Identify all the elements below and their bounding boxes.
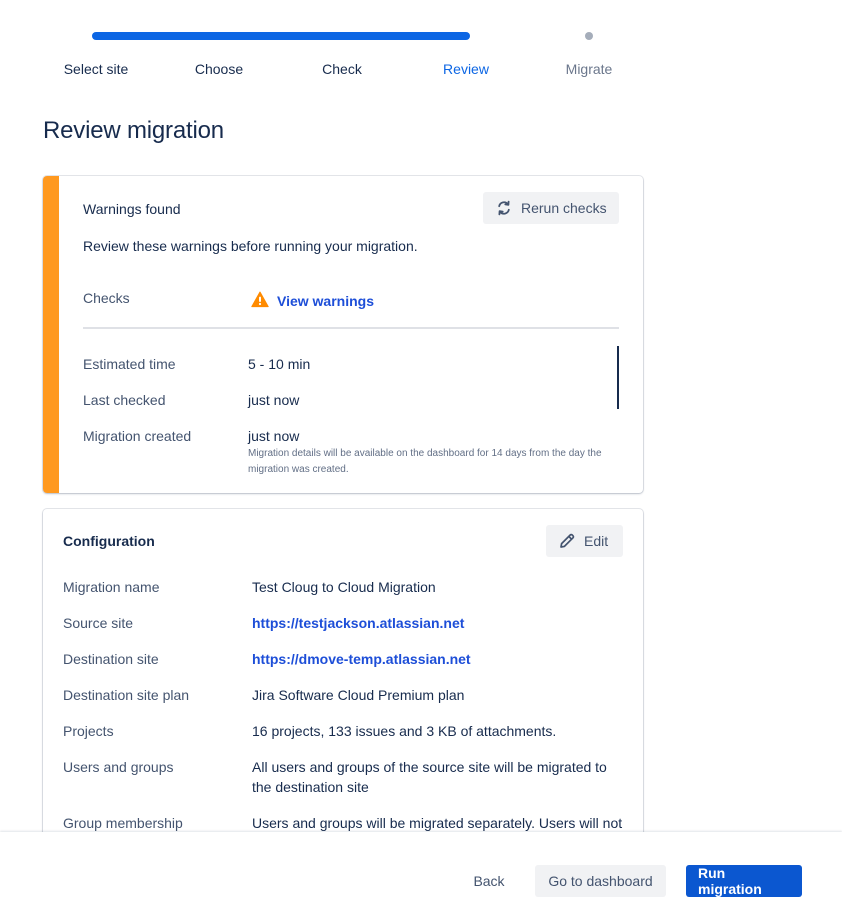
back-button[interactable]: Back (462, 865, 516, 897)
edit-button[interactable]: Edit (546, 525, 623, 557)
config-label-destination-site: Destination site (63, 651, 159, 667)
progress-bar-completed (92, 32, 470, 40)
last-checked-label: Last checked (83, 392, 166, 408)
footer-action-bar: Back Go to dashboard Run migration (0, 832, 842, 910)
page-title: Review migration (43, 117, 224, 144)
configuration-card: Configuration Edit Migration name Test C… (43, 509, 643, 849)
warning-icon (251, 291, 269, 311)
estimated-time-label: Estimated time (83, 356, 176, 372)
migration-created-label: Migration created (83, 428, 192, 444)
checks-label: Checks (83, 290, 130, 306)
view-warnings-link[interactable]: View warnings (251, 291, 374, 311)
rerun-checks-label: Rerun checks (521, 200, 607, 216)
warnings-card: Warnings found Rerun checks Review these… (43, 176, 643, 493)
config-label-group-membership: Group membership (63, 815, 183, 831)
destination-site-link[interactable]: https://dmove-temp.atlassian.net (252, 649, 471, 669)
progress-stepper: Select site Choose Check Review Migrate (0, 0, 842, 100)
step-migrate: Migrate (565, 61, 613, 77)
rerun-checks-button[interactable]: Rerun checks (483, 192, 619, 224)
config-label-destination-plan: Destination site plan (63, 687, 190, 703)
configuration-title: Configuration (63, 533, 155, 549)
config-value-migration-name: Test Cloug to Cloud Migration (252, 579, 436, 595)
run-migration-button[interactable]: Run migration (686, 865, 802, 897)
config-label-source-site: Source site (63, 615, 134, 631)
config-value-group-membership: Users and groups will be migrated separa… (252, 815, 623, 831)
estimated-time-value: 5 - 10 min (248, 356, 311, 372)
section-divider (83, 327, 619, 329)
view-warnings-label: View warnings (277, 293, 374, 309)
step-select-site: Select site (63, 61, 129, 77)
pencil-icon (558, 532, 576, 550)
step-indicator-migrate (585, 32, 593, 40)
warnings-title: Warnings found (83, 201, 181, 217)
step-review: Review (443, 61, 489, 77)
config-label-projects: Projects (63, 723, 114, 739)
config-value-projects: 16 projects, 133 issues and 3 KB of atta… (252, 723, 557, 739)
last-checked-value: just now (248, 392, 300, 408)
go-to-dashboard-button[interactable]: Go to dashboard (535, 865, 666, 897)
config-label-users-groups: Users and groups (63, 759, 174, 775)
config-value-users-groups: All users and groups of the source site … (252, 759, 607, 795)
migration-retention-note: Migration details will be available on t… (248, 448, 602, 475)
warnings-description: Review these warnings before running you… (83, 238, 418, 254)
warning-accent-strip (43, 176, 59, 493)
migration-created-value: just now (248, 428, 300, 444)
refresh-icon (495, 199, 513, 217)
config-value-destination-plan: Jira Software Cloud Premium plan (252, 687, 465, 703)
scrollbar[interactable] (617, 346, 619, 409)
config-label-migration-name: Migration name (63, 579, 160, 595)
edit-label: Edit (584, 533, 609, 549)
source-site-link[interactable]: https://testjackson.atlassian.net (252, 613, 464, 633)
step-choose: Choose (194, 61, 244, 77)
step-check: Check (322, 61, 362, 77)
